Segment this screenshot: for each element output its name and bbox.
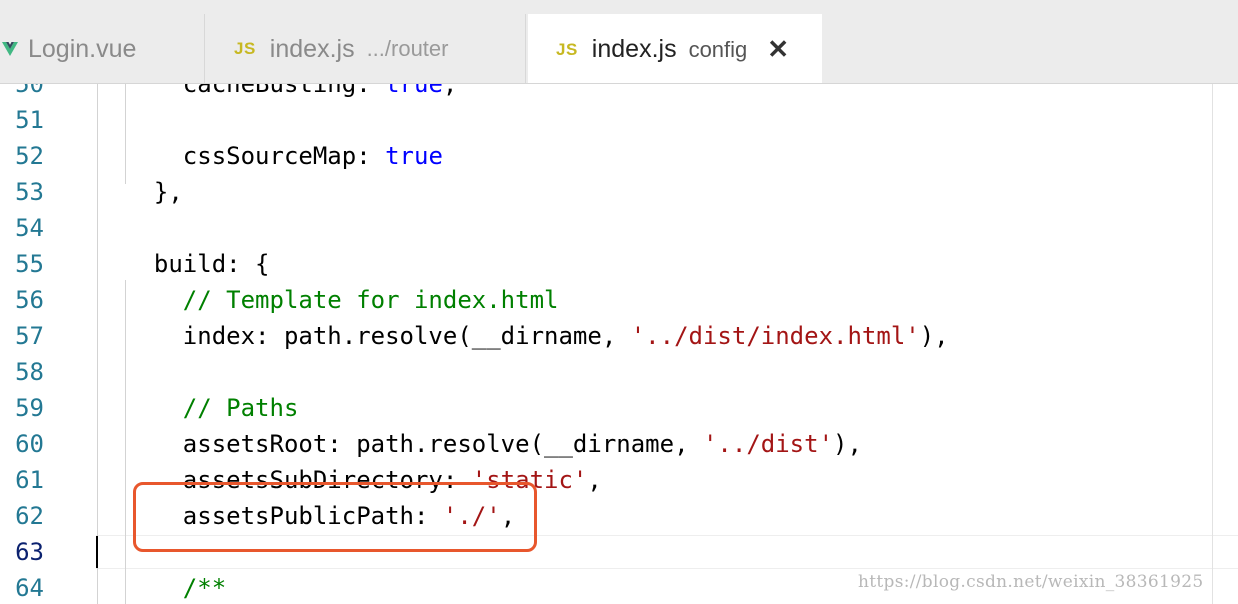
line-number: 58 bbox=[15, 358, 44, 386]
code-line[interactable]: cacheBusting: true, bbox=[125, 84, 458, 102]
line-number: 53 bbox=[15, 178, 44, 206]
code-line[interactable]: assetsRoot: path.resolve(__dirname, '../… bbox=[125, 426, 862, 462]
overview-ruler bbox=[1212, 84, 1213, 604]
code-token: '../dist/index.html' bbox=[630, 322, 920, 350]
line-number: 57 bbox=[15, 322, 44, 350]
code-token: '../dist' bbox=[702, 430, 834, 458]
code-token: ), bbox=[919, 322, 949, 350]
vue-icon bbox=[2, 42, 18, 56]
code-line[interactable]: }, bbox=[125, 174, 183, 210]
code-token: , bbox=[442, 84, 458, 98]
code-token: /** bbox=[182, 574, 227, 602]
code-token: assetsRoot: path.resolve(__dirname, bbox=[125, 430, 703, 458]
code-token: // Paths bbox=[182, 394, 299, 422]
code-line[interactable]: index: path.resolve(__dirname, '../dist/… bbox=[125, 318, 949, 354]
code-token: , bbox=[587, 466, 602, 494]
code-line[interactable]: // Template for index.html bbox=[125, 282, 559, 318]
tab-label: index.js bbox=[591, 35, 677, 63]
line-number: 52 bbox=[15, 142, 44, 170]
line-number: 61 bbox=[15, 466, 44, 494]
annotation-highlight-box bbox=[133, 482, 537, 552]
js-icon: JS bbox=[556, 39, 578, 59]
tab-description: .../router bbox=[366, 36, 449, 61]
code-token: index: path.resolve(__dirname, bbox=[125, 322, 631, 350]
line-number: 64 bbox=[15, 574, 44, 602]
text-cursor bbox=[96, 536, 98, 568]
tab-index-js-router[interactable]: JS index.js .../router bbox=[206, 14, 526, 83]
line-number-gutter: 50 51 52 53 54 55 56 57 58 59 60 61 62 63 64 bbox=[0, 84, 96, 604]
tab-label: Login.vue bbox=[28, 34, 137, 63]
code-token: true bbox=[385, 142, 443, 170]
js-icon: JS bbox=[234, 39, 256, 58]
line-number: 60 bbox=[15, 430, 44, 458]
tab-label: index.js bbox=[269, 34, 355, 63]
line-number: 59 bbox=[15, 394, 44, 422]
indent-guide bbox=[97, 84, 98, 604]
watermark: https://blog.csdn.net/weixin_38361925 bbox=[858, 572, 1204, 592]
tab-bar: Login.vue JS index.js .../router JS inde… bbox=[0, 0, 1238, 84]
code-token: true bbox=[385, 84, 443, 98]
code-token: // Template for index.html bbox=[182, 286, 559, 314]
tab-description: config bbox=[688, 36, 748, 62]
code-line[interactable]: cssSourceMap: true bbox=[125, 138, 443, 174]
tab-index-js-config[interactable]: JS index.js config ✕ bbox=[528, 14, 822, 83]
indent-guide bbox=[125, 84, 126, 184]
code-line[interactable]: build: { bbox=[125, 246, 270, 282]
code-token: ), bbox=[833, 430, 862, 458]
code-line[interactable]: // Paths bbox=[125, 390, 299, 426]
line-number: 50 bbox=[15, 84, 44, 98]
line-number: 63 bbox=[15, 538, 44, 566]
code-line[interactable]: /** bbox=[125, 570, 226, 604]
line-number: 62 bbox=[15, 502, 44, 530]
code-token: cacheBusting: bbox=[125, 84, 386, 98]
code-token: build: { bbox=[125, 250, 270, 278]
tab-login-vue[interactable]: Login.vue bbox=[0, 14, 205, 83]
indent-guide bbox=[125, 280, 126, 604]
code-token: cssSourceMap: bbox=[125, 142, 386, 170]
line-number: 55 bbox=[15, 250, 44, 278]
close-icon[interactable]: ✕ bbox=[767, 34, 789, 65]
line-number: 54 bbox=[15, 214, 44, 242]
code-token: }, bbox=[125, 178, 183, 206]
line-number: 51 bbox=[15, 106, 44, 134]
line-number: 56 bbox=[15, 286, 44, 314]
